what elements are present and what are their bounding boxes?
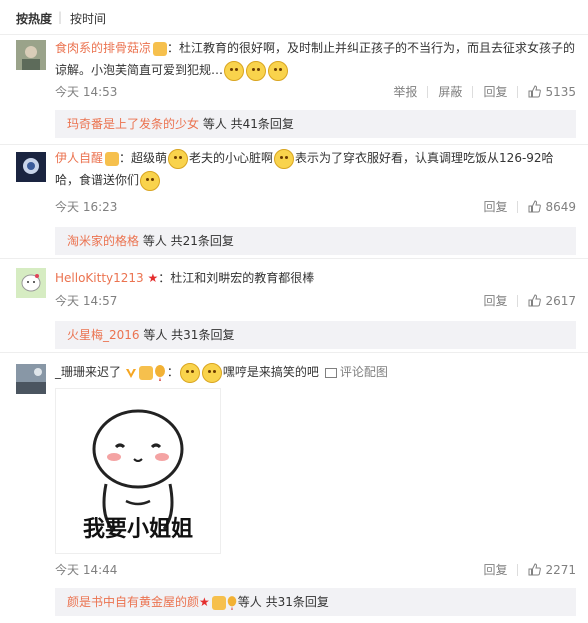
reply-summary-box[interactable]: 玛奇番是上了发条的少女 等人 共41条回复 bbox=[55, 110, 576, 138]
reply-button[interactable]: 回复 bbox=[473, 198, 517, 215]
sort-by-time-tab[interactable]: 按时间 bbox=[70, 10, 106, 27]
avatar[interactable] bbox=[16, 152, 46, 182]
comment-text: HelloKitty1213 ★：杜江和刘畊宏的教育都很棒 bbox=[55, 267, 576, 289]
reply-button[interactable]: 回复 bbox=[473, 292, 517, 309]
comment-meta: 今天 16:23 回复 8649 bbox=[55, 196, 576, 216]
avatar[interactable] bbox=[16, 364, 46, 394]
comment-item: 伊人自醒 ：超级萌 老夫的小心脏啊 表示为了穿衣服好看，认真调理吃饭从126-92哈哈… bbox=[0, 144, 588, 255]
reply-username[interactable]: 淘米家的格格 bbox=[67, 234, 139, 248]
sticker-caption: 我要小姐姐 bbox=[82, 517, 193, 542]
like-button[interactable]: 5135 bbox=[518, 85, 576, 99]
comment-content: ：杜江和刘畊宏的教育都很棒 bbox=[158, 271, 315, 285]
smile-emoji-icon bbox=[274, 148, 295, 169]
reply-button[interactable]: 回复 bbox=[473, 561, 517, 578]
thumbs-up-icon bbox=[528, 200, 542, 213]
reply-username[interactable]: 颜是书中自有黄金屋的颜 bbox=[67, 595, 199, 609]
like-count: 8649 bbox=[545, 199, 576, 214]
thumbs-up-icon bbox=[528, 294, 542, 307]
reply-summary-text: 等人 共21条回复 bbox=[139, 234, 234, 248]
comment-content: ：超级萌 bbox=[119, 151, 168, 165]
thumbs-up-icon bbox=[528, 85, 542, 98]
image-icon bbox=[324, 367, 337, 378]
reply-username[interactable]: 火星梅_2016 bbox=[67, 328, 140, 342]
comment-username[interactable]: _珊珊来迟了 bbox=[55, 365, 121, 379]
laugh-cry-emoji-icon bbox=[201, 362, 222, 383]
block-button[interactable]: 屏蔽 bbox=[428, 83, 472, 100]
comment-meta: 今天 14:44 回复 2271 bbox=[55, 559, 576, 579]
reply-summary-box[interactable]: 火星梅_2016 等人 共31条回复 bbox=[55, 321, 576, 349]
vip-badge-icon bbox=[105, 151, 120, 166]
report-button[interactable]: 举报 bbox=[383, 83, 427, 100]
sort-bar: 按热度 | 按时间 bbox=[0, 0, 588, 34]
reply-summary-text: 等人 共41条回复 bbox=[199, 117, 294, 131]
like-count: 5135 bbox=[545, 84, 576, 99]
comment-content: ： bbox=[166, 365, 179, 379]
like-button[interactable]: 2617 bbox=[518, 294, 576, 308]
smile-emoji-icon bbox=[140, 170, 161, 191]
comment-image-link[interactable]: 评论配图 bbox=[340, 365, 388, 379]
reply-summary-text: 等人 共31条回复 bbox=[237, 595, 329, 609]
vip-badge-icon bbox=[153, 41, 168, 56]
comment-meta: 今天 14:57 回复 2617 bbox=[55, 290, 576, 310]
comment-content: 嘿哼是来搞笑的吧 bbox=[222, 365, 319, 379]
comment-time: 今天 14:57 bbox=[55, 294, 118, 308]
like-count: 2617 bbox=[545, 293, 576, 308]
like-count: 2271 bbox=[545, 562, 576, 577]
like-button[interactable]: 2271 bbox=[518, 563, 576, 577]
comment-item: 食肉系的排骨菇凉 ：杜江教育的很好啊，及时制止并纠正孩子的不当行为，而且去征求女孩… bbox=[0, 34, 588, 144]
laugh-cry-emoji-icon bbox=[179, 362, 200, 383]
vip-badge-icon bbox=[138, 365, 153, 380]
comment-text: _珊珊来迟了 ： 嘿哼是来搞笑的吧 评论配图 bbox=[55, 361, 576, 383]
comment-item: HelloKitty1213 ★：杜江和刘畊宏的教育都很棒 今天 14:57 回… bbox=[0, 258, 588, 350]
sort-separator: | bbox=[58, 10, 63, 24]
star-badge-icon: ★ bbox=[147, 271, 159, 285]
avatar[interactable] bbox=[16, 40, 46, 70]
cute-emoji-icon bbox=[168, 148, 189, 169]
balloon-badge-icon bbox=[227, 595, 237, 610]
vip-badge-icon bbox=[211, 595, 226, 610]
comment-username[interactable]: 食肉系的排骨菇凉 bbox=[55, 41, 151, 55]
v-badge-icon bbox=[125, 368, 136, 378]
comment-username[interactable]: 伊人自醒 bbox=[55, 151, 103, 165]
comment-time: 今天 16:23 bbox=[55, 200, 118, 214]
reply-summary-text: 等人 共31条回复 bbox=[139, 328, 235, 342]
comment-image[interactable]: 我要小姐姐 bbox=[55, 388, 221, 554]
comment-time: 今天 14:44 bbox=[55, 563, 118, 577]
comment-meta: 今天 14:53 举报 屏蔽 回复 5135 bbox=[55, 81, 576, 101]
star-badge-icon: ★ bbox=[199, 595, 210, 609]
comment-item: _珊珊来迟了 ： 嘿哼是来搞笑的吧 评论配图 我要小姐姐 今天 14:44 回复 2… bbox=[0, 352, 588, 623]
reply-username[interactable]: 玛奇番是上了发条的少女 bbox=[67, 117, 199, 131]
thumbs-up-icon bbox=[528, 563, 542, 576]
laugh-emoji-icon bbox=[224, 60, 245, 81]
comment-time: 今天 14:53 bbox=[55, 85, 118, 99]
comment-text: 伊人自醒 ：超级萌 老夫的小心脏啊 表示为了穿衣服好看，认真调理吃饭从126-92哈哈… bbox=[55, 147, 576, 191]
laugh-emoji-icon bbox=[268, 60, 289, 81]
reply-summary-box[interactable]: 颜是书中自有黄金屋的颜★ 等人 共31条回复 bbox=[55, 588, 576, 616]
balloon-badge-icon bbox=[154, 364, 165, 381]
reply-button[interactable]: 回复 bbox=[473, 83, 517, 100]
laugh-emoji-icon bbox=[246, 60, 267, 81]
comment-content: 老夫的小心脏啊 bbox=[189, 151, 274, 165]
comment-text: 食肉系的排骨菇凉 ：杜江教育的很好啊，及时制止并纠正孩子的不当行为，而且去征求女孩… bbox=[55, 37, 576, 81]
reply-summary-box[interactable]: 淘米家的格格 等人 共21条回复 bbox=[55, 227, 576, 255]
avatar[interactable] bbox=[16, 268, 46, 298]
sort-by-hot-tab[interactable]: 按热度 bbox=[16, 10, 52, 27]
like-button[interactable]: 8649 bbox=[518, 200, 576, 214]
comment-username[interactable]: HelloKitty1213 bbox=[55, 271, 144, 285]
